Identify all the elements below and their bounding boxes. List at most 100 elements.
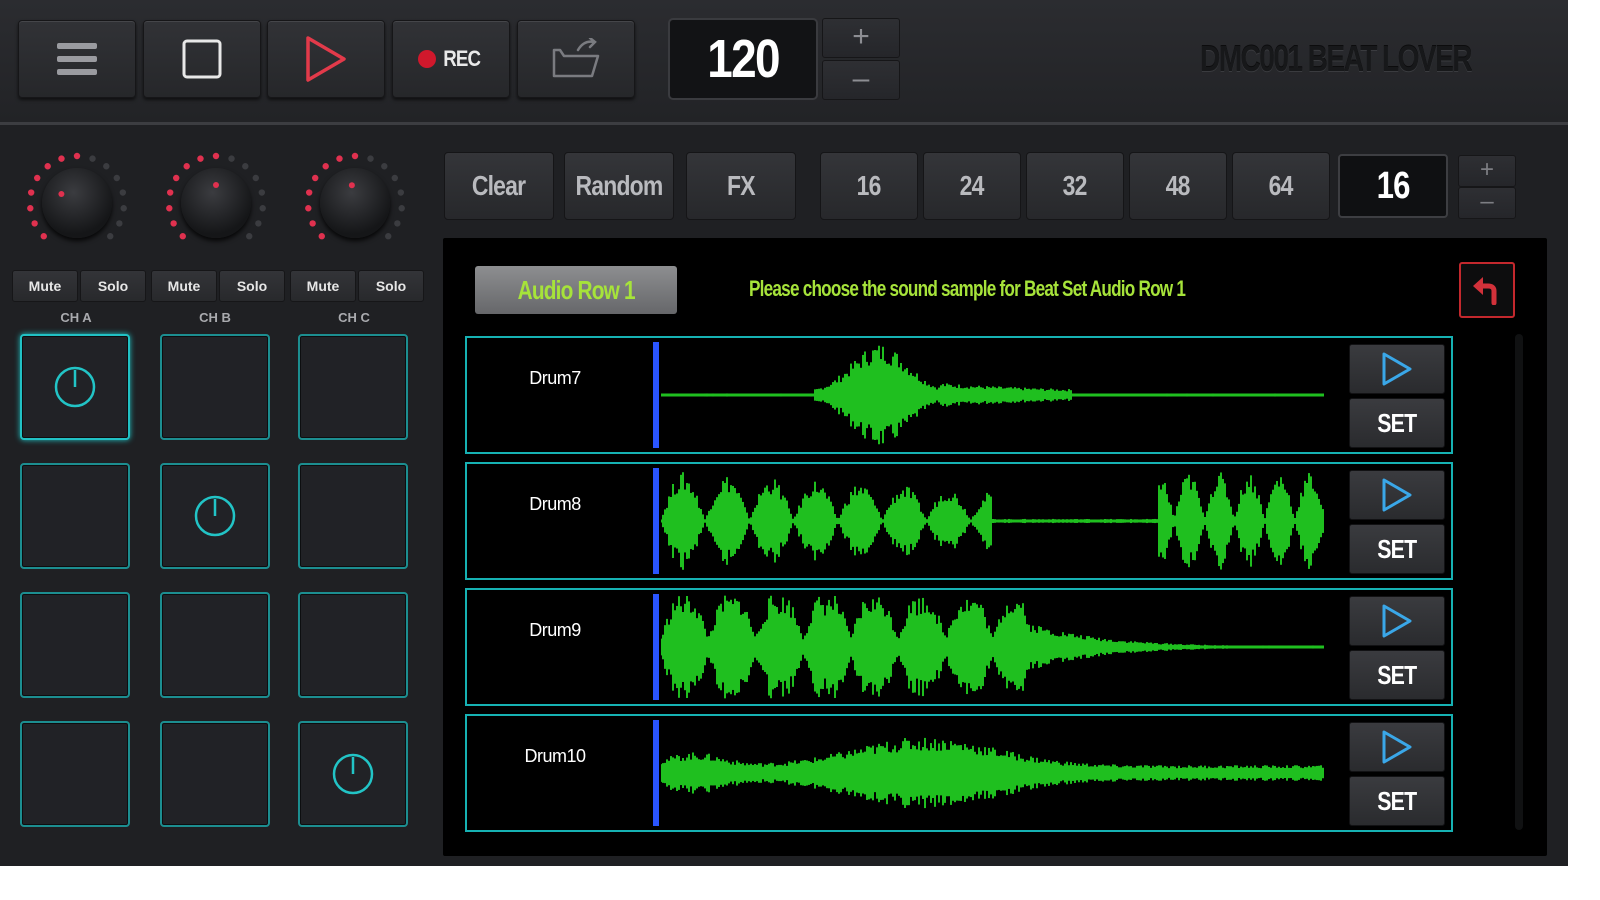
preview-play-button[interactable] — [1349, 344, 1445, 394]
record-button[interactable]: REC — [392, 20, 510, 98]
knob-indicator-dot — [348, 182, 355, 189]
drum-pad-r3-c1[interactable] — [160, 721, 270, 827]
channel-label: CH A — [60, 310, 92, 325]
solo-button-ch-2[interactable]: Solo — [358, 270, 424, 302]
sample-list-scrollbar[interactable] — [1515, 334, 1523, 830]
drum-pad-r2-c0[interactable] — [20, 592, 130, 698]
knob-dot — [166, 205, 173, 212]
sample-row[interactable]: Drum7 SET — [465, 336, 1453, 454]
drum-pad-r1-c2[interactable] — [298, 463, 408, 569]
set-label-text: SET — [1377, 407, 1417, 438]
sample-row[interactable]: Drum9 SET — [465, 588, 1453, 706]
knob-dot — [394, 220, 401, 227]
set-sample-button[interactable]: SET — [1349, 524, 1445, 574]
steps-32-button[interactable]: 32 — [1026, 152, 1124, 220]
tempo-decrease-button[interactable]: – — [822, 60, 900, 100]
playhead-marker — [653, 720, 659, 826]
channel-label: CH C — [338, 310, 370, 325]
set-label-text: SET — [1377, 785, 1417, 816]
knob-dot — [116, 220, 123, 227]
drum-pad-r0-c0[interactable] — [20, 334, 130, 440]
play-icon — [1382, 352, 1412, 386]
audio-row-tab[interactable]: Audio Row 1 — [475, 266, 677, 314]
knob-dot — [170, 220, 177, 227]
play-button[interactable] — [267, 20, 385, 98]
knob-body — [320, 168, 390, 238]
tempo-increase-button[interactable]: + — [822, 18, 900, 58]
drum-pad-r0-c1[interactable] — [160, 334, 270, 440]
preview-play-button[interactable] — [1349, 596, 1445, 646]
steps-48-button[interactable]: 48 — [1129, 152, 1227, 220]
steps-increase-button[interactable]: + — [1458, 155, 1516, 187]
steps-24-button[interactable]: 24 — [923, 152, 1021, 220]
drum-pad-r3-c0[interactable] — [20, 721, 130, 827]
random-label: Random — [575, 170, 664, 201]
back-button[interactable] — [1459, 262, 1515, 318]
knob-dot — [367, 155, 374, 162]
tempo-value: 120 — [707, 29, 780, 89]
sample-hint-text: Please choose the sound sample for Beat … — [749, 276, 1186, 301]
knob-dot — [31, 220, 38, 227]
volume-knob-ch-1[interactable] — [155, 150, 275, 260]
mute-button-ch-1[interactable]: Mute — [151, 270, 217, 302]
drum-pad-r1-c1[interactable] — [160, 463, 270, 569]
knob-dot — [89, 155, 96, 162]
playhead-marker — [653, 468, 659, 574]
knob-dot — [312, 174, 319, 182]
set-sample-button[interactable]: SET — [1349, 398, 1445, 448]
sample-row[interactable]: Drum10 SET — [465, 714, 1453, 832]
knob-dot — [27, 189, 35, 196]
playhead-marker — [653, 342, 659, 448]
set-label: SET — [1373, 786, 1421, 817]
open-folder-button[interactable] — [517, 20, 635, 98]
steps-16-button[interactable]: 16 — [820, 152, 918, 220]
sample-name: Drum10 — [524, 746, 586, 766]
volume-knob-ch-2[interactable] — [294, 150, 414, 260]
menu-button[interactable] — [18, 20, 136, 98]
knob-dot — [73, 152, 81, 160]
drum-pad-r2-c2[interactable] — [298, 592, 408, 698]
steps-decrease-button[interactable]: – — [1458, 187, 1516, 219]
steps-16-label: 16 — [857, 170, 882, 201]
knob-dot — [309, 220, 316, 227]
timer-circle-icon — [54, 366, 96, 408]
knob-indicator — [58, 191, 65, 197]
random-button[interactable]: Random — [564, 152, 674, 220]
knob-dot — [258, 189, 266, 196]
knob-dot — [120, 205, 127, 212]
play-icon — [1382, 478, 1412, 512]
steps-64-button[interactable]: 64 — [1232, 152, 1330, 220]
knob-dot — [228, 155, 235, 162]
sample-name: Drum9 — [529, 620, 581, 640]
fx-button[interactable]: FX — [686, 152, 796, 220]
mute-button-ch-2[interactable]: Mute — [290, 270, 356, 302]
stop-icon — [182, 39, 222, 79]
clear-button[interactable]: Clear — [444, 152, 554, 220]
solo-button-ch-0[interactable]: Solo — [80, 270, 146, 302]
folder-open-icon — [552, 38, 600, 78]
sample-row[interactable]: Drum8 SET — [465, 462, 1453, 580]
set-sample-button[interactable]: SET — [1349, 776, 1445, 826]
preview-play-button[interactable] — [1349, 470, 1445, 520]
knob-dot — [305, 189, 313, 196]
stop-button[interactable] — [143, 20, 261, 98]
knob-dot — [305, 205, 312, 212]
knob-dot — [34, 174, 41, 182]
sample-waveform — [661, 737, 1324, 809]
knob-body — [181, 168, 251, 238]
solo-button-ch-1[interactable]: Solo — [219, 270, 285, 302]
sample-waveform — [661, 345, 1324, 445]
drum-pad-r0-c2[interactable] — [298, 334, 408, 440]
set-sample-button[interactable]: SET — [1349, 650, 1445, 700]
volume-knob-ch-0[interactable] — [16, 150, 136, 260]
preview-play-button[interactable] — [1349, 722, 1445, 772]
drum-pad-r1-c0[interactable] — [20, 463, 130, 569]
sample-chooser-panel: Audio Row 1 Please choose the sound samp… — [443, 238, 1547, 856]
knob-dot — [197, 155, 204, 162]
mute-button-ch-0[interactable]: Mute — [12, 270, 78, 302]
drum-pad-r2-c1[interactable] — [160, 592, 270, 698]
top-toolbar: REC 120 + – DMC001 BEAT LOVER — [0, 0, 1568, 125]
channel-label: CH B — [199, 310, 231, 325]
drum-pad-r3-c2[interactable] — [298, 721, 408, 827]
knob-dot — [119, 189, 127, 196]
